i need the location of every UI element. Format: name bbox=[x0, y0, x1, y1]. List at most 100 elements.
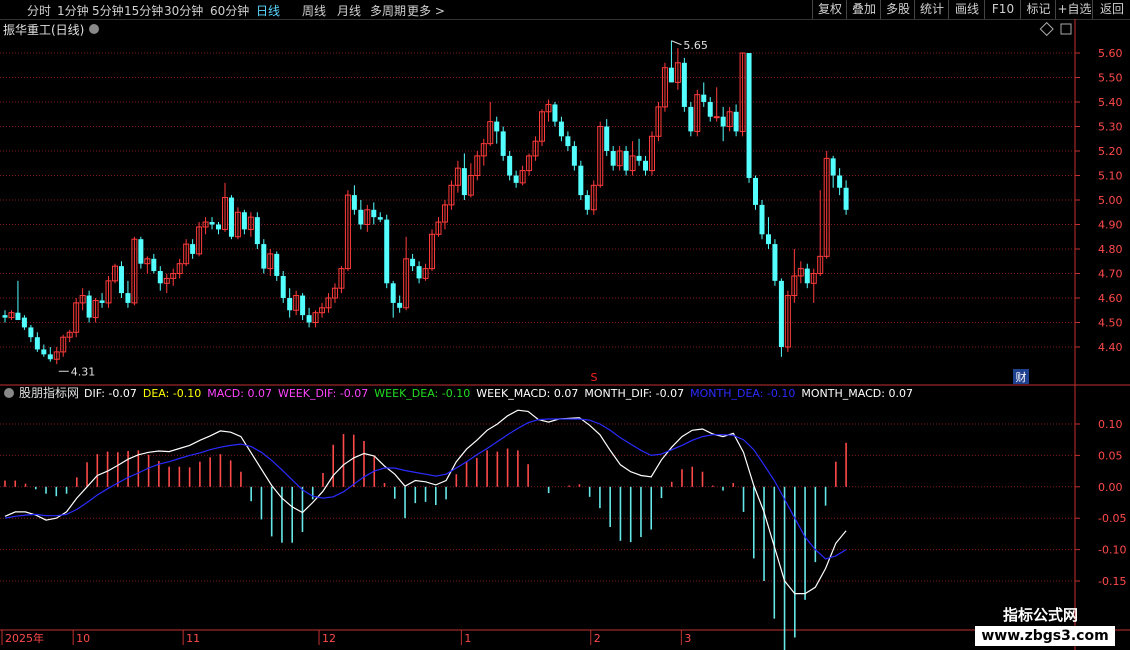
candle-body-down bbox=[228, 197, 234, 237]
indicator-legend-item: MONTH_DIF: -0.07 bbox=[584, 387, 684, 400]
time-tick-label: 2025年 bbox=[5, 631, 44, 645]
candle-body-down bbox=[707, 102, 713, 117]
indicator-legend-item: WEEK_MACD: 0.07 bbox=[476, 387, 578, 400]
chart-title: 振华重工(日线) bbox=[3, 23, 84, 37]
candle-body-down bbox=[300, 295, 306, 316]
high-price-label: 5.65 bbox=[683, 39, 708, 52]
time-tick-label: 3 bbox=[684, 632, 691, 645]
candle-body-down bbox=[753, 177, 759, 205]
dif-line bbox=[4, 409, 847, 595]
watermark-url: www.zbgs3.com bbox=[975, 626, 1115, 646]
watermark-title: 指标公式网 bbox=[1003, 606, 1079, 624]
chart-canvas: 振华重工(日线) 4.40 4.50 4.60 4.70 4.80 4.90 5.00 5.10… bbox=[0, 19, 1130, 650]
indicator-tick-label: -0.10 bbox=[1098, 544, 1126, 557]
indicator-legend-item: MONTH_DEA: -0.10 bbox=[690, 387, 795, 400]
candle-body-down bbox=[190, 244, 196, 254]
candle-body-down bbox=[668, 67, 674, 83]
price-tick-label: 5.20 bbox=[1098, 145, 1123, 158]
price-tick-label: 4.90 bbox=[1098, 219, 1123, 232]
candle-body-down bbox=[604, 126, 610, 151]
candle-body-down bbox=[837, 175, 843, 188]
candle-body-down bbox=[733, 111, 739, 132]
candle-body-down bbox=[688, 106, 694, 132]
time-tick-label: 1 bbox=[464, 632, 471, 645]
candle-body-down bbox=[513, 175, 519, 183]
indicator-tick-label: -0.05 bbox=[1098, 512, 1126, 525]
candle-body-down bbox=[125, 293, 131, 303]
candle-body-down bbox=[151, 258, 157, 272]
price-tick-label: 4.80 bbox=[1098, 243, 1123, 256]
indicator-name: 股朋指标网 bbox=[19, 385, 79, 400]
candle-body-down bbox=[720, 116, 726, 127]
candle-body-down bbox=[623, 151, 629, 171]
candle-body-down bbox=[371, 209, 377, 218]
indicator-legend-item: WEEK_DEA: -0.10 bbox=[374, 387, 470, 400]
indicator-tick-label: 0.10 bbox=[1098, 418, 1123, 431]
candle-body-down bbox=[552, 104, 558, 122]
candle-body-down bbox=[416, 266, 422, 279]
candle-body-down bbox=[261, 244, 267, 269]
candle-body-down bbox=[565, 136, 571, 147]
candle-body-down bbox=[681, 62, 687, 107]
candle-body-down bbox=[47, 354, 53, 360]
candle-body-down bbox=[15, 312, 21, 321]
indicator-legend-item: WEEK_DIF: -0.07 bbox=[278, 387, 368, 400]
candle-body-down bbox=[34, 337, 40, 350]
candle-body-up bbox=[713, 116, 720, 119]
indicator-tick-label: -0.15 bbox=[1098, 575, 1126, 588]
candle-body-down bbox=[241, 212, 247, 230]
candle-body-down bbox=[804, 268, 810, 284]
indicator-legend-item: DIF: -0.07 bbox=[84, 387, 137, 400]
price-tick-label: 4.60 bbox=[1098, 292, 1123, 305]
candle-body-down bbox=[351, 195, 357, 210]
candle-body-down bbox=[843, 187, 849, 210]
candle-body-down bbox=[397, 302, 403, 308]
price-tick-label: 4.50 bbox=[1098, 317, 1123, 330]
candle-body-down bbox=[118, 266, 124, 294]
price-tick-label: 4.40 bbox=[1098, 341, 1123, 354]
candle-body-down bbox=[99, 300, 105, 303]
candle-body-down bbox=[274, 253, 280, 276]
time-tick-label: 10 bbox=[76, 632, 90, 645]
low-price-label: 4.31 bbox=[71, 365, 96, 378]
price-tick-label: 5.50 bbox=[1098, 72, 1123, 85]
candle-body-down bbox=[494, 121, 500, 132]
title-dropdown-icon bbox=[89, 24, 99, 34]
candle-body-down bbox=[21, 317, 27, 328]
candle-body-down bbox=[772, 244, 778, 281]
candle-body-down bbox=[216, 224, 222, 230]
candle-body-down bbox=[578, 165, 584, 196]
diamond-icon bbox=[1039, 21, 1054, 37]
candle-body-down bbox=[765, 234, 771, 245]
candle-body-down bbox=[287, 298, 293, 311]
candle-body-down bbox=[384, 219, 390, 284]
candle-body-down bbox=[461, 168, 467, 196]
candle-body-down bbox=[507, 155, 513, 176]
candle-body-down bbox=[306, 315, 312, 323]
indicator-legend-item: MACD: 0.07 bbox=[207, 387, 272, 400]
price-tick-label: 5.60 bbox=[1098, 47, 1123, 60]
candle-body-down bbox=[157, 271, 163, 284]
time-tick-label: 2 bbox=[594, 632, 601, 645]
indicator-legend-item: MONTH_MACD: 0.07 bbox=[801, 387, 913, 400]
candle-body-down bbox=[138, 239, 144, 264]
panel-toggle-icon bbox=[1060, 23, 1072, 35]
candle-body-down bbox=[86, 295, 92, 318]
candle-body-down bbox=[280, 275, 286, 298]
candle-body-down bbox=[2, 315, 8, 318]
candle-body-down bbox=[830, 158, 836, 176]
time-tick-label: 11 bbox=[186, 632, 200, 645]
price-tick-label: 5.10 bbox=[1098, 170, 1123, 183]
candle-body-down bbox=[584, 195, 590, 210]
price-tick-label: 4.70 bbox=[1098, 268, 1123, 281]
candle-body-down bbox=[571, 146, 577, 166]
candle-body-down bbox=[500, 131, 506, 156]
indicator-tick-label: 0.00 bbox=[1098, 481, 1123, 494]
cai-badge: 财 bbox=[1016, 370, 1027, 384]
indicator-dropdown-icon bbox=[4, 388, 14, 398]
candle-body-down bbox=[701, 94, 707, 102]
candle-body-down bbox=[636, 155, 642, 161]
candle-body-down bbox=[410, 258, 416, 267]
candle-body-down bbox=[254, 217, 260, 245]
candle-body-down bbox=[209, 222, 215, 225]
